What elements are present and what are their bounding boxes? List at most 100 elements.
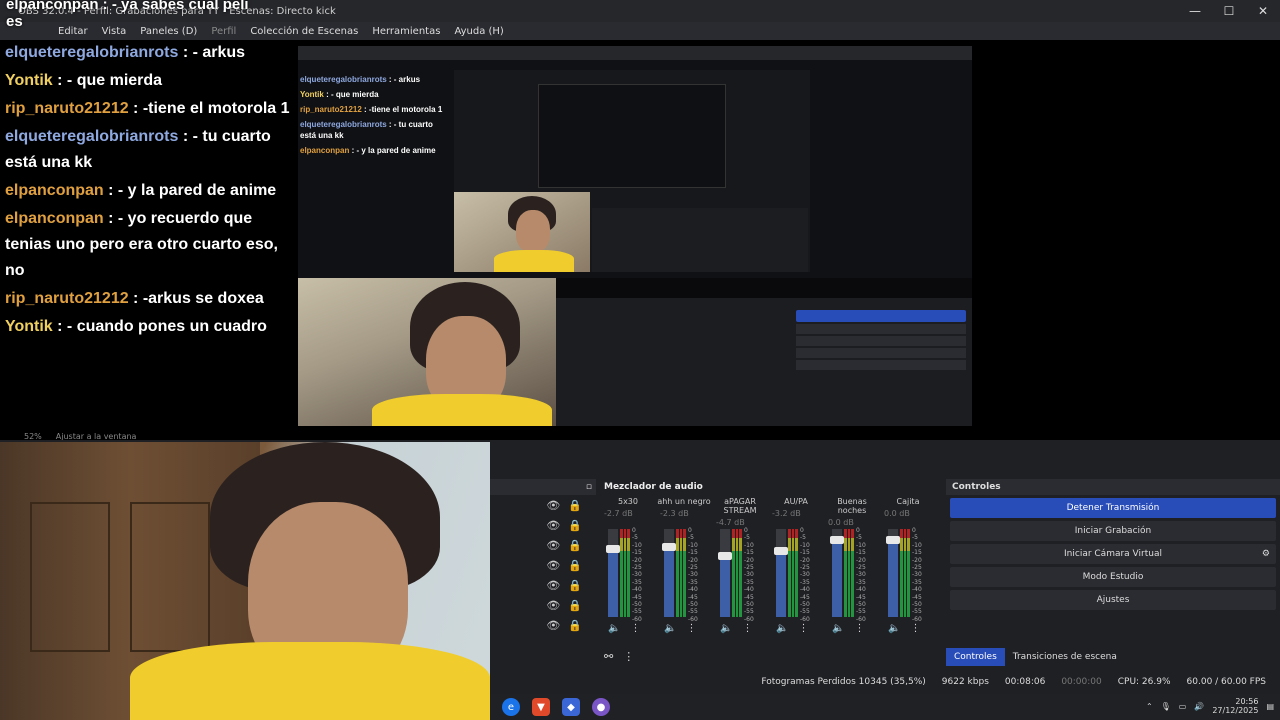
mixer-title: Mezclador de audio: [604, 482, 703, 492]
more-icon[interactable]: ⋮: [623, 650, 634, 663]
source-row[interactable]: 👁 🔒: [490, 595, 596, 615]
volume-fader[interactable]: [718, 529, 732, 617]
more-icon[interactable]: ⋮: [630, 623, 640, 634]
lock-icon[interactable]: 🔒: [568, 559, 582, 572]
speaker-icon[interactable]: 🔈: [776, 623, 788, 634]
mixer-channel: aPAGAR STREAM -4.7 dB 0 -5 -10 -15 -20 -25 -30…: [712, 497, 768, 647]
stream-time: 00:08:06: [1004, 677, 1046, 687]
more-icon[interactable]: ⋮: [854, 623, 864, 634]
edge-icon[interactable]: e: [502, 698, 520, 716]
volume-fader[interactable]: [606, 529, 620, 617]
source-row[interactable]: 👁 🔒: [490, 575, 596, 595]
controls-panel: Controles Detener Transmisión Iniciar Gr…: [946, 479, 1280, 647]
settings-button[interactable]: Ajustes: [950, 590, 1276, 610]
eye-icon[interactable]: 👁: [546, 519, 560, 532]
network-icon[interactable]: ▭: [1179, 702, 1187, 711]
tab-transiciones[interactable]: Transiciones de escena: [1005, 648, 1125, 666]
gear-icon[interactable]: ⚙: [1262, 549, 1270, 559]
speaker-icon[interactable]: 🔈: [608, 623, 620, 634]
source-row[interactable]: 👁 🔒: [490, 535, 596, 555]
speaker-icon[interactable]: 🔈: [720, 623, 732, 634]
maximize-button[interactable]: ☐: [1212, 0, 1246, 22]
source-row[interactable]: 👁 🔒: [490, 495, 596, 515]
cpu-usage: CPU: 26.9%: [1117, 677, 1171, 687]
lock-icon[interactable]: 🔒: [568, 539, 582, 552]
mixer-toolbar: ⚯ ⋮: [600, 650, 634, 663]
brave-icon[interactable]: ▼: [532, 698, 550, 716]
db-scale: 0 -5 -10 -15 -20 -25 -30 -35 -40 -45 -50 -55 -60: [744, 527, 754, 623]
source-row[interactable]: 👁 🔒: [490, 515, 596, 535]
level-meter: [620, 529, 631, 617]
chat-message: elpanconpan : - y la pared de anime: [5, 182, 277, 199]
app-icon[interactable]: ◆: [562, 698, 580, 716]
volume-fader[interactable]: [886, 529, 900, 617]
more-icon[interactable]: ⋮: [910, 623, 920, 634]
speaker-icon[interactable]: 🔈: [664, 623, 676, 634]
chevron-up-icon[interactable]: ⌃: [1146, 702, 1153, 711]
window-controls: — ☐ ✕: [1178, 0, 1280, 22]
link-icon[interactable]: ⚯: [604, 650, 613, 663]
eye-icon[interactable]: 👁: [546, 599, 560, 612]
eye-icon[interactable]: 👁: [546, 579, 560, 592]
sources-panel: ▫ 👁 🔒 👁 🔒 👁 🔒 👁 🔒 👁 🔒 👁 🔒 👁 🔒: [490, 479, 596, 647]
camera-preview: [298, 278, 556, 426]
eye-icon[interactable]: 👁: [546, 499, 560, 512]
speaker-icon[interactable]: 🔈: [888, 623, 900, 634]
level-meter: [676, 529, 687, 617]
obs-icon[interactable]: ●: [592, 698, 610, 716]
eye-icon[interactable]: 👁: [546, 619, 560, 632]
channel-name: ahh un negro: [657, 497, 711, 506]
system-tray: ⌃ 🎙 ▭ 🔊 20:56 27/12/2025 ▤: [1146, 697, 1274, 715]
stop-stream-button[interactable]: Detener Transmisión: [950, 498, 1276, 518]
start-recording-button[interactable]: Iniciar Grabación: [950, 521, 1276, 541]
volume-icon[interactable]: 🔊: [1194, 702, 1204, 711]
mic-icon[interactable]: 🎙: [1161, 702, 1171, 711]
volume-fader[interactable]: [830, 529, 844, 617]
eye-icon[interactable]: 👁: [546, 539, 560, 552]
tab-controles[interactable]: Controles: [946, 648, 1005, 666]
channel-name: AU/PA: [784, 497, 808, 506]
channel-db: 0.0 dB: [884, 509, 910, 518]
clock[interactable]: 20:56 27/12/2025: [1212, 697, 1258, 715]
channel-name: Cajita: [896, 497, 920, 506]
chat-message: elqueteregalobrianrots : - tu cuarto est…: [5, 128, 271, 171]
close-button[interactable]: ✕: [1246, 0, 1280, 22]
panel-menu-icon[interactable]: ▫: [586, 482, 592, 492]
nested-preview: [454, 70, 810, 272]
channel-name: aPAGAR STREAM: [723, 497, 757, 515]
nested-chat: elqueteregalobrianrots : - arkus Yontik …: [300, 75, 443, 155]
lock-icon[interactable]: 🔒: [568, 499, 582, 512]
volume-fader[interactable]: [774, 529, 788, 617]
source-row[interactable]: 👁 🔒: [490, 615, 596, 635]
minimize-button[interactable]: —: [1178, 0, 1212, 22]
menu-herramientas[interactable]: Herramientas: [372, 26, 440, 37]
nested-obs-capture: elqueteregalobrianrots : - arkus Yontik …: [298, 46, 972, 278]
nested-titlebar: [298, 46, 972, 60]
studio-mode-button[interactable]: Modo Estudio: [950, 567, 1276, 587]
menu-coleccion-escenas[interactable]: Colección de Escenas: [250, 26, 358, 37]
eye-icon[interactable]: 👁: [546, 559, 560, 572]
chat-message: elpanconpan : - yo recuerdo que tenias u…: [5, 210, 278, 279]
nested-mixer: [556, 298, 972, 426]
volume-fader[interactable]: [662, 529, 676, 617]
lock-icon[interactable]: 🔒: [568, 519, 582, 532]
lock-icon[interactable]: 🔒: [568, 579, 582, 592]
source-row[interactable]: 👁 🔒: [490, 555, 596, 575]
channel-db: -2.7 dB: [604, 509, 633, 518]
lock-icon[interactable]: 🔒: [568, 599, 582, 612]
bitrate: 9622 kbps: [941, 677, 989, 687]
chat-overlay: elqueteregalobrianrots : - arkus Yontik …: [0, 40, 296, 440]
more-icon[interactable]: ⋮: [798, 623, 808, 634]
audio-mixer-panel: Mezclador de audio 5x30 -2.7 dB 0 -5 -10 -1…: [600, 479, 942, 647]
channel-name: 5x30: [617, 497, 638, 506]
notification-icon[interactable]: ▤: [1266, 702, 1274, 711]
lock-icon[interactable]: 🔒: [568, 619, 582, 632]
start-virtual-camera-button[interactable]: Iniciar Cámara Virtual ⚙: [950, 544, 1276, 564]
channel-name: Buenas noches: [837, 497, 867, 515]
speaker-icon[interactable]: 🔈: [832, 623, 844, 634]
more-icon[interactable]: ⋮: [686, 623, 696, 634]
more-icon[interactable]: ⋮: [742, 623, 752, 634]
menu-ayuda[interactable]: Ayuda (H): [454, 26, 503, 37]
rec-time: 00:00:00: [1061, 677, 1102, 687]
db-scale: 0 -5 -10 -15 -20 -25 -30 -35 -40 -45 -50 -55 -60: [632, 527, 642, 623]
